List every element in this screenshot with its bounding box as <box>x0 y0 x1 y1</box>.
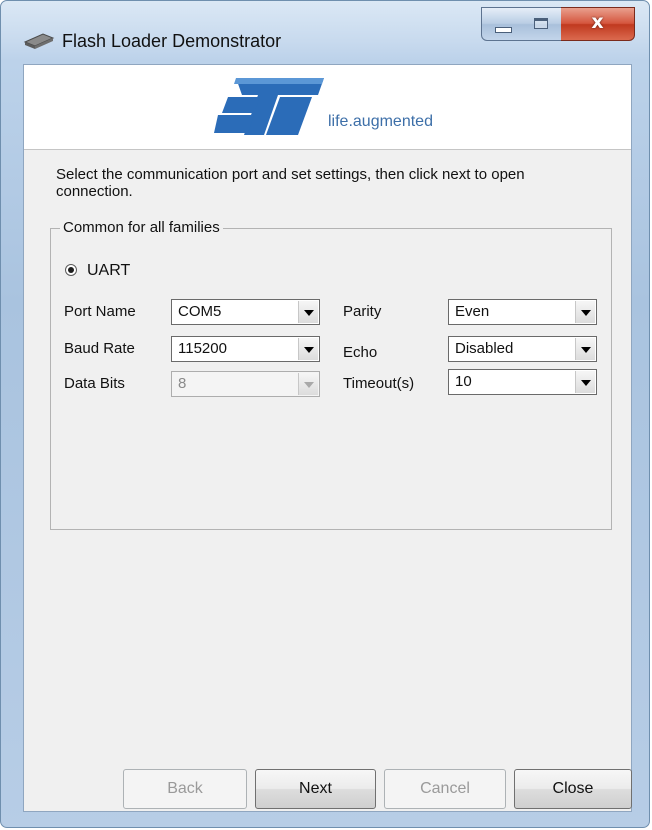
radio-selected-dot <box>68 267 74 273</box>
brand-banner: life.augmented <box>24 65 631 150</box>
baud-rate-value: 115200 <box>178 340 227 357</box>
flash-loader-icon <box>23 33 55 49</box>
parity-dropdown-button[interactable] <box>575 301 595 323</box>
chevron-down-icon <box>304 382 314 388</box>
next-button[interactable]: Next <box>255 769 376 809</box>
timeout-dropdown-button[interactable] <box>575 371 595 393</box>
close-window-button[interactable]: x <box>561 7 635 41</box>
uart-radio-label[interactable]: UART <box>87 262 130 280</box>
data-bits-value: 8 <box>178 375 187 392</box>
maximize-button[interactable] <box>522 7 562 41</box>
chevron-down-icon <box>581 310 591 316</box>
port-name-label: Port Name <box>64 303 136 320</box>
timeout-label: Timeout(s) <box>343 375 415 392</box>
minimize-button[interactable] <box>481 7 523 41</box>
window-title: Flash Loader Demonstrator <box>62 31 282 51</box>
close-button[interactable]: Close <box>514 769 632 809</box>
chevron-down-icon <box>581 347 591 353</box>
data-bits-select: 8 <box>171 371 320 397</box>
echo-select[interactable]: Disabled <box>448 336 597 362</box>
st-logo <box>214 78 324 135</box>
port-name-value: COM5 <box>178 303 222 320</box>
button-bar: Back Next Cancel Close <box>24 759 632 813</box>
chevron-down-icon <box>581 380 591 386</box>
echo-dropdown-button[interactable] <box>575 338 595 360</box>
chevron-down-icon <box>304 347 314 353</box>
echo-label: Echo <box>343 344 378 361</box>
cancel-button[interactable]: Cancel <box>384 769 506 809</box>
parity-label: Parity <box>343 303 382 320</box>
parity-value: Even <box>455 303 490 320</box>
maximize-icon <box>534 18 548 29</box>
port-name-dropdown-button[interactable] <box>298 301 318 323</box>
echo-value: Disabled <box>455 340 514 357</box>
app-window: Flash Loader Demonstrator x life.augment… <box>0 0 650 828</box>
title-bar[interactable]: Flash Loader Demonstrator x <box>1 1 649 61</box>
port-name-select[interactable]: COM5 <box>171 299 320 325</box>
baud-rate-select[interactable]: 115200 <box>171 336 320 362</box>
wizard-page: life.augmented Select the communication … <box>23 64 632 812</box>
chevron-down-icon <box>304 310 314 316</box>
groupbox-title: Common for all families <box>60 219 223 236</box>
back-button[interactable]: Back <box>123 769 247 809</box>
data-bits-label: Data Bits <box>64 375 125 392</box>
baud-rate-dropdown-button[interactable] <box>298 338 318 360</box>
parity-select[interactable]: Even <box>448 299 597 325</box>
uart-radio[interactable] <box>65 264 77 276</box>
instruction-text: Select the communication port and set se… <box>56 166 525 200</box>
minimize-icon <box>495 27 512 33</box>
data-bits-dropdown-button <box>298 373 318 395</box>
timeout-select[interactable]: 10 <box>448 369 597 395</box>
close-icon: x <box>591 11 604 33</box>
baud-rate-label: Baud Rate <box>64 340 135 357</box>
timeout-value: 10 <box>455 373 472 390</box>
tagline: life.augmented <box>328 113 433 130</box>
